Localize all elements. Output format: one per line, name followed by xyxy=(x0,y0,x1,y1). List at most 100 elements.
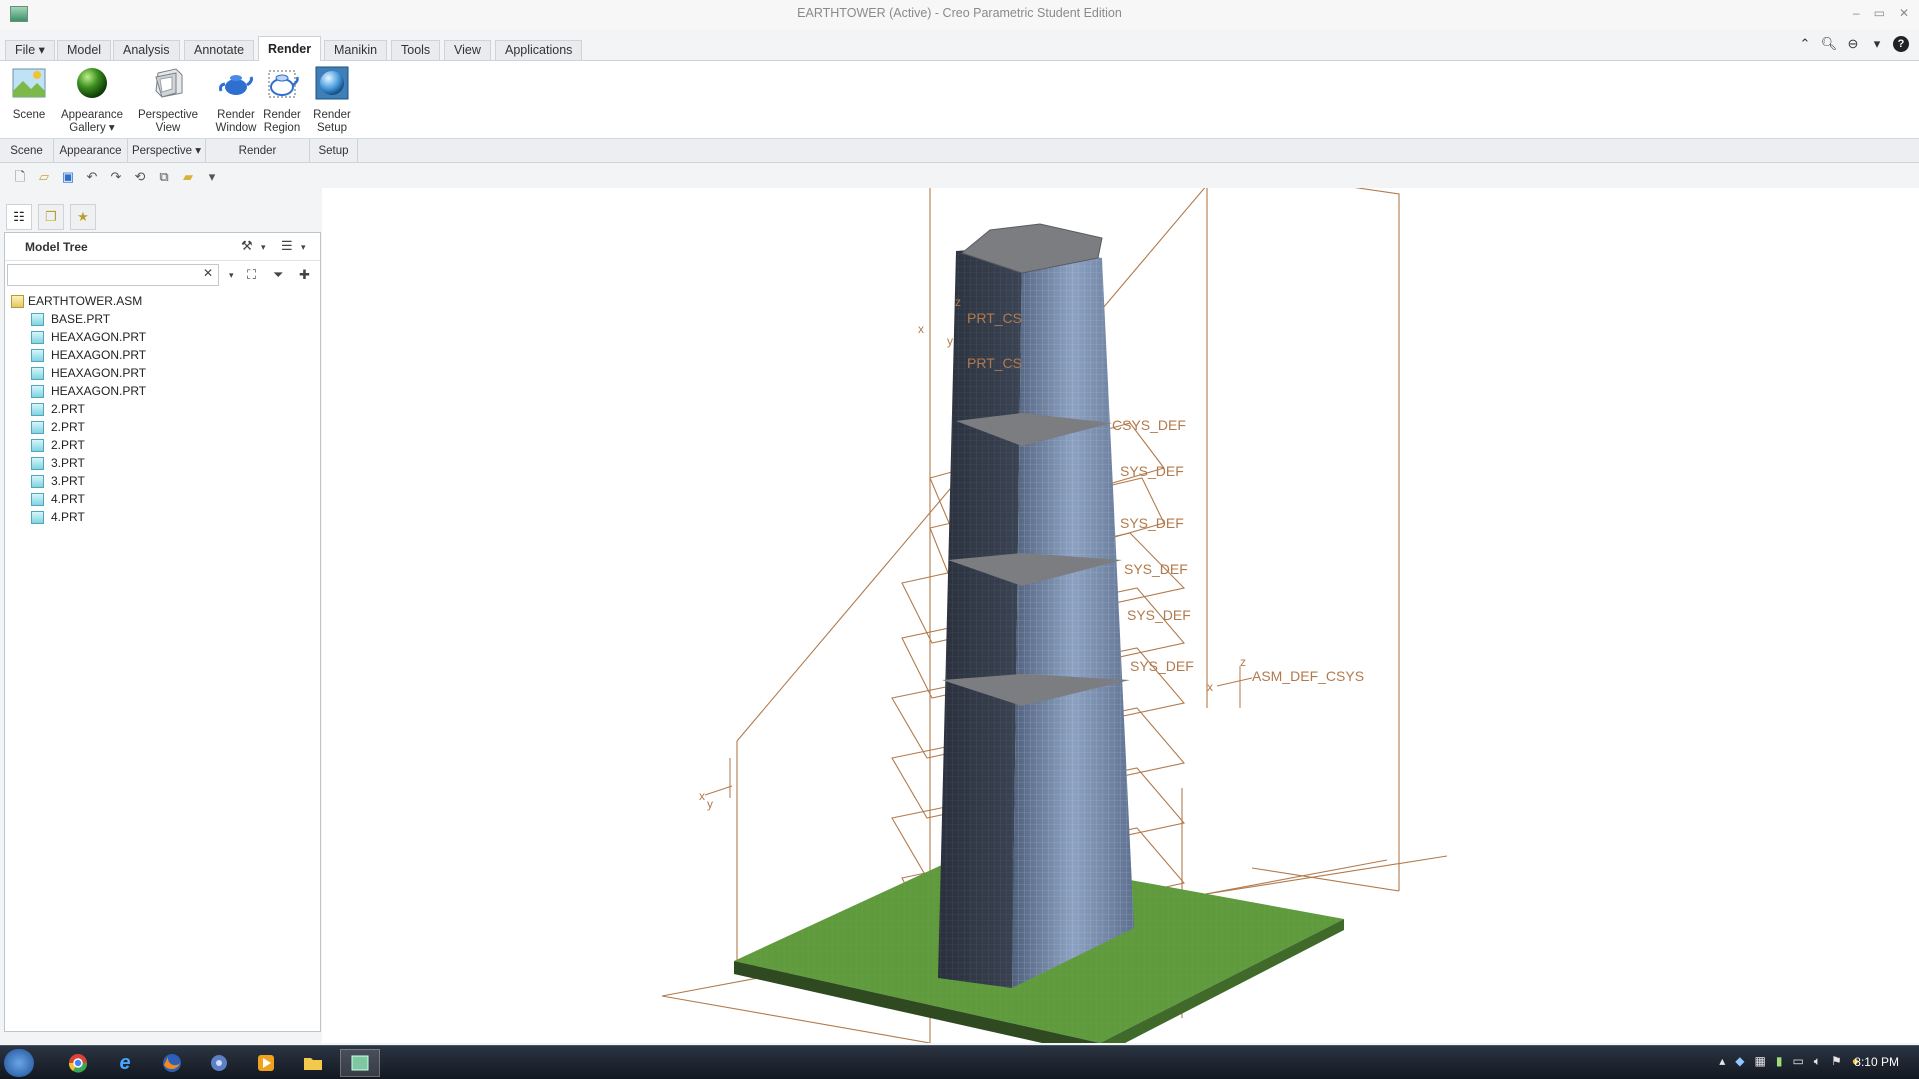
tree-item[interactable]: 3.PRT xyxy=(5,473,320,491)
model-tree-panel: Model Tree ⚒ ▾ ☰ ▾ ✕ ▾ ⛶ ⏷ ✚ EARTHTOWER.… xyxy=(4,232,321,1032)
render-window-button[interactable]: Render Window xyxy=(214,65,258,135)
settings-icon[interactable]: ⚒ xyxy=(241,238,253,254)
battery-icon[interactable]: ▮ xyxy=(1776,1054,1783,1069)
show-dropdown-icon[interactable]: ▾ xyxy=(301,242,306,253)
dropbox-icon[interactable]: ◆ xyxy=(1735,1054,1744,1069)
internet-explorer-icon[interactable]: e xyxy=(105,1049,145,1077)
model-tree-search-input[interactable] xyxy=(7,264,219,286)
tree-item-label: 4.PRT xyxy=(51,510,85,524)
media-app-icon[interactable] xyxy=(199,1049,239,1077)
csys-label: CSYS_DEF xyxy=(1112,417,1186,433)
tree-item[interactable]: 2.PRT xyxy=(5,419,320,437)
scene-icon xyxy=(12,68,46,98)
axis-label: x xyxy=(699,789,705,803)
ribbon-tab-bar: File ▾ Model Analysis Annotate Render Ma… xyxy=(0,36,1919,62)
tab-view[interactable]: View xyxy=(444,40,491,60)
tree-item[interactable]: HEAXAGON.PRT xyxy=(5,329,320,347)
filter-icon[interactable]: ⏷ xyxy=(273,267,283,283)
render-region-label-1: Render xyxy=(263,109,301,121)
clear-search-icon[interactable]: ✕ xyxy=(203,266,213,280)
open-file-icon[interactable]: ▱ xyxy=(36,169,52,185)
search-dropdown-icon[interactable]: ▾ xyxy=(229,270,234,281)
creo-taskbar-icon[interactable] xyxy=(340,1049,380,1077)
settings-dropdown-icon[interactable]: ▾ xyxy=(261,242,266,253)
render-region-button[interactable]: Render Region xyxy=(260,65,304,135)
tree-item[interactable]: HEAXAGON.PRT xyxy=(5,365,320,383)
new-file-icon[interactable]: 🗋︎ xyxy=(12,169,28,185)
collapse-ribbon-icon[interactable]: ⌃ xyxy=(1797,36,1813,52)
tree-item-label: 2.PRT xyxy=(51,420,85,434)
tree-item[interactable]: 4.PRT xyxy=(5,509,320,527)
model-tree-tab-icon[interactable]: ☷ xyxy=(6,204,32,230)
close-button[interactable]: ✕ xyxy=(1899,6,1909,20)
volume-icon[interactable]: 🔈︎ xyxy=(1814,1054,1821,1069)
tree-item-root[interactable]: EARTHTOWER.ASM xyxy=(5,293,320,311)
chrome-icon[interactable] xyxy=(58,1049,98,1077)
group-render[interactable]: Render xyxy=(206,139,310,163)
group-scene[interactable]: Scene xyxy=(0,139,54,163)
clock[interactable]: 8:10 PM xyxy=(1854,1055,1899,1069)
part-icon xyxy=(31,367,44,380)
render-setup-button[interactable]: Render Setup xyxy=(310,65,354,135)
system-tray: ▴ ◆ ▦ ▮ ▭ 🔈︎ ⚑ ● xyxy=(1719,1054,1859,1069)
windows-taskbar: e ▴ ◆ ▦ ▮ ▭ 🔈︎ ⚑ ● 8:10 PM xyxy=(0,1045,1919,1079)
tree-item[interactable]: BASE.PRT xyxy=(5,311,320,329)
chevron-down-icon[interactable]: ▾ xyxy=(1869,36,1885,52)
help-icon[interactable]: ? xyxy=(1893,36,1909,52)
favorites-tab-icon[interactable]: ★ xyxy=(70,204,96,230)
minimize-button[interactable]: – xyxy=(1853,6,1860,20)
windows-icon[interactable]: ⧉ xyxy=(156,169,172,185)
find-binoculars-icon[interactable]: ⛶ xyxy=(247,267,256,283)
undo-icon[interactable]: ↶ xyxy=(84,169,100,185)
model-tree-title: Model Tree xyxy=(25,240,88,254)
tree-item[interactable]: 2.PRT xyxy=(5,401,320,419)
graphics-viewport[interactable]: PRT_CS PRT_CS CSYS_DEF SYS_DEF SYS_DEF S… xyxy=(322,188,1919,1043)
axis-label: z xyxy=(1240,655,1246,669)
ribbon-body: Scene Appearance Gallery ▾ Perspective V… xyxy=(0,61,1919,139)
search-icon[interactable]: 🔍︎ xyxy=(1821,36,1838,52)
media-player-icon[interactable] xyxy=(246,1049,286,1077)
tree-item[interactable]: 4.PRT xyxy=(5,491,320,509)
part-icon xyxy=(31,457,44,470)
appearance-gallery-button[interactable]: Appearance Gallery ▾ xyxy=(60,65,124,135)
tab-file[interactable]: File ▾ xyxy=(5,40,55,60)
firefox-icon[interactable] xyxy=(152,1049,192,1077)
show-hidden-icons-icon[interactable]: ▴ xyxy=(1719,1054,1725,1069)
tree-item-label: HEAXAGON.PRT xyxy=(51,330,147,344)
community-icon[interactable]: ⊖ xyxy=(1845,36,1861,52)
tree-item[interactable]: 2.PRT xyxy=(5,437,320,455)
tab-applications[interactable]: Applications xyxy=(495,40,583,60)
customize-toolbar-icon[interactable]: ▾ xyxy=(204,169,220,185)
show-icon[interactable]: ☰ xyxy=(281,238,293,254)
tab-annotate[interactable]: Annotate xyxy=(184,40,255,60)
folder-browser-tab-icon[interactable]: ❐ xyxy=(38,204,64,230)
file-explorer-icon[interactable] xyxy=(293,1049,333,1077)
start-button[interactable] xyxy=(4,1049,34,1077)
group-appearance[interactable]: Appearance xyxy=(54,139,128,163)
save-icon[interactable]: ▣ xyxy=(60,169,76,185)
scene-label: Scene xyxy=(12,109,46,121)
tab-tools[interactable]: Tools xyxy=(391,40,441,60)
tab-model[interactable]: Model xyxy=(57,40,112,60)
group-setup[interactable]: Setup xyxy=(310,139,358,163)
tab-manikin[interactable]: Manikin xyxy=(324,40,388,60)
teapot-region-icon xyxy=(268,70,299,98)
network-icon[interactable]: ▦ xyxy=(1754,1054,1765,1069)
model-render[interactable]: PRT_CS PRT_CS CSYS_DEF SYS_DEF SYS_DEF S… xyxy=(322,188,1919,1043)
group-perspective[interactable]: Perspective ▾ xyxy=(128,139,206,163)
tree-item[interactable]: HEAXAGON.PRT xyxy=(5,383,320,401)
tab-render[interactable]: Render xyxy=(258,36,322,62)
tree-item[interactable]: 3.PRT xyxy=(5,455,320,473)
action-center-flag-icon[interactable]: ⚑ xyxy=(1831,1054,1842,1069)
add-column-icon[interactable]: ✚ xyxy=(299,267,310,283)
redo-icon[interactable]: ↷ xyxy=(108,169,124,185)
scene-button[interactable]: Scene xyxy=(10,65,48,122)
render-window-label-1: Render xyxy=(217,109,255,121)
restore-button[interactable]: ▭ xyxy=(1874,6,1885,20)
display-icon[interactable]: ▭ xyxy=(1792,1054,1803,1069)
close-window-icon[interactable]: ▰ xyxy=(180,169,196,185)
regenerate-icon[interactable]: ⟲ xyxy=(132,169,148,185)
perspective-view-button[interactable]: Perspective View xyxy=(136,65,200,135)
tab-analysis[interactable]: Analysis xyxy=(113,40,180,60)
tree-item[interactable]: HEAXAGON.PRT xyxy=(5,347,320,365)
